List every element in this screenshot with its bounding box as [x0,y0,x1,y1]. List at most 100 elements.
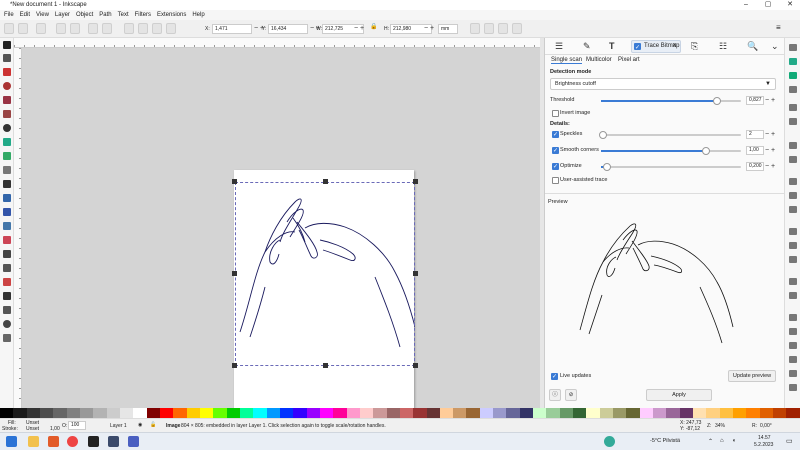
flip-horizontal-icon[interactable] [88,23,98,34]
scale-handle-ne[interactable] [413,179,418,184]
tab-trace-bitmap[interactable]: Trace Bitmap ✕ [631,40,681,54]
minimize-button[interactable]: – [736,0,756,10]
save-icon[interactable] [789,72,797,79]
network-icon[interactable]: ⌂ [720,438,724,444]
node-tool-icon[interactable] [3,54,11,62]
palette-swatch[interactable] [279,408,294,418]
palette-swatch[interactable] [599,408,614,418]
speckles-field[interactable]: 2 [746,130,764,139]
palette-swatch[interactable] [639,408,654,418]
rotate-cw-icon[interactable] [70,23,80,34]
xml-editor-icon[interactable] [789,356,797,363]
ellipse-tool-icon[interactable] [3,82,11,90]
palette-swatch[interactable] [519,408,534,418]
threshold-stepper[interactable]: − + [765,96,775,105]
palette-swatch[interactable] [39,408,54,418]
print-icon[interactable] [789,86,797,93]
palette-swatch[interactable] [119,408,134,418]
toolbar-overflow-icon[interactable]: ≡ [776,23,786,34]
fill-stroke-tab-icon[interactable]: ✎ [583,41,591,52]
start-icon[interactable] [6,436,17,447]
palette-swatch[interactable] [93,408,107,418]
layer-lock-icon[interactable]: 🔓 [150,422,156,428]
speckles-knob[interactable] [599,131,607,139]
palette-swatch[interactable] [293,408,307,418]
word-taskbar-icon[interactable] [128,436,139,447]
optimize-checkbox[interactable] [552,163,559,170]
unlink-clone-icon[interactable] [789,256,797,263]
pen-tool-icon[interactable] [3,138,11,146]
tab-multicolor[interactable]: Multicolor [586,57,612,63]
3d-box-tool-icon[interactable] [3,96,11,104]
dropper-tool-icon[interactable] [3,222,11,230]
scale-handle-nw[interactable] [232,179,237,184]
vertical-ruler[interactable] [14,48,22,408]
palette-swatch[interactable] [359,408,374,418]
speckles-checkbox[interactable] [552,131,559,138]
optimize-slider[interactable] [601,163,741,171]
tab-single-scan[interactable]: Single scan [551,57,583,64]
layer-indicator[interactable]: Layer 1 [110,423,127,429]
tweak-tool-icon[interactable] [3,250,11,258]
palette-swatch[interactable] [213,408,227,418]
select-all-icon[interactable] [4,23,14,34]
chrome-icon[interactable] [67,436,78,447]
lock-icon[interactable]: 🔒 [370,23,380,34]
rotation-field[interactable]: 0,00° [760,423,772,429]
y-field[interactable]: 16,434 [268,24,308,34]
palette-swatch[interactable] [559,408,574,418]
lower-icon[interactable] [152,23,162,34]
palette-swatch[interactable] [479,408,494,418]
palette-swatch[interactable] [706,408,720,418]
transform-gradients-icon[interactable] [498,23,508,34]
palette-swatch[interactable] [573,408,587,418]
clock-time[interactable]: 14.57 [758,435,771,441]
menu-item-file[interactable]: File [4,12,14,18]
palette-swatch[interactable] [746,408,760,418]
palette-swatch[interactable] [226,408,240,418]
pages-tool-icon[interactable] [3,334,11,342]
lower-to-bottom-icon[interactable] [166,23,176,34]
scale-stroke-icon[interactable] [470,23,480,34]
menu-item-edit[interactable]: Edit [20,12,30,18]
mesh-tool-icon[interactable] [3,208,11,216]
pencil-tool-icon[interactable] [3,152,11,160]
smooth-corners-field[interactable]: 1,00 [746,146,764,155]
palette-swatch[interactable] [426,408,440,418]
palette-swatch[interactable] [199,408,214,418]
import-icon[interactable] [789,104,797,111]
layer-visibility-icon[interactable]: ◉ [138,422,142,428]
palette-swatch[interactable] [533,408,547,418]
threshold-field[interactable]: 0,827 [746,96,764,105]
scale-handle-e[interactable] [413,271,418,276]
palette-swatch[interactable] [506,408,520,418]
connector-tool-icon[interactable] [3,292,11,300]
tabs-menu-chevron-icon[interactable]: ⌄ [771,41,779,52]
paste-icon[interactable] [789,206,797,213]
palette-swatch[interactable] [613,408,627,418]
opacity-field[interactable]: 100 [68,421,86,430]
palette-swatch[interactable] [386,408,400,418]
copy-icon[interactable] [789,178,797,185]
paint-bucket-tool-icon[interactable] [3,236,11,244]
palette-swatch[interactable] [439,408,454,418]
menu-item-help[interactable]: Help [192,12,204,18]
menu-item-path[interactable]: Path [99,12,111,18]
office-app-icon[interactable] [48,436,59,447]
scale-corners-icon[interactable] [484,23,494,34]
palette-swatch[interactable] [173,408,187,418]
palette-swatch[interactable] [186,408,200,418]
palette-swatch[interactable] [719,408,734,418]
clock-date[interactable]: 5.2.2023 [754,442,773,448]
palette-swatch[interactable] [306,408,320,418]
palette-swatch[interactable] [586,408,600,418]
menu-item-extensions[interactable]: Extensions [157,12,186,18]
palette-swatch[interactable] [666,408,680,418]
text-tab-icon[interactable]: T [609,41,615,51]
measure-tool-icon[interactable] [3,306,11,314]
scale-handle-sw[interactable] [232,363,237,368]
palette-swatch[interactable] [146,408,160,418]
palette-swatch[interactable] [786,408,800,418]
group-icon[interactable] [789,278,797,285]
layers-tab-icon[interactable]: ☰ [555,41,563,52]
